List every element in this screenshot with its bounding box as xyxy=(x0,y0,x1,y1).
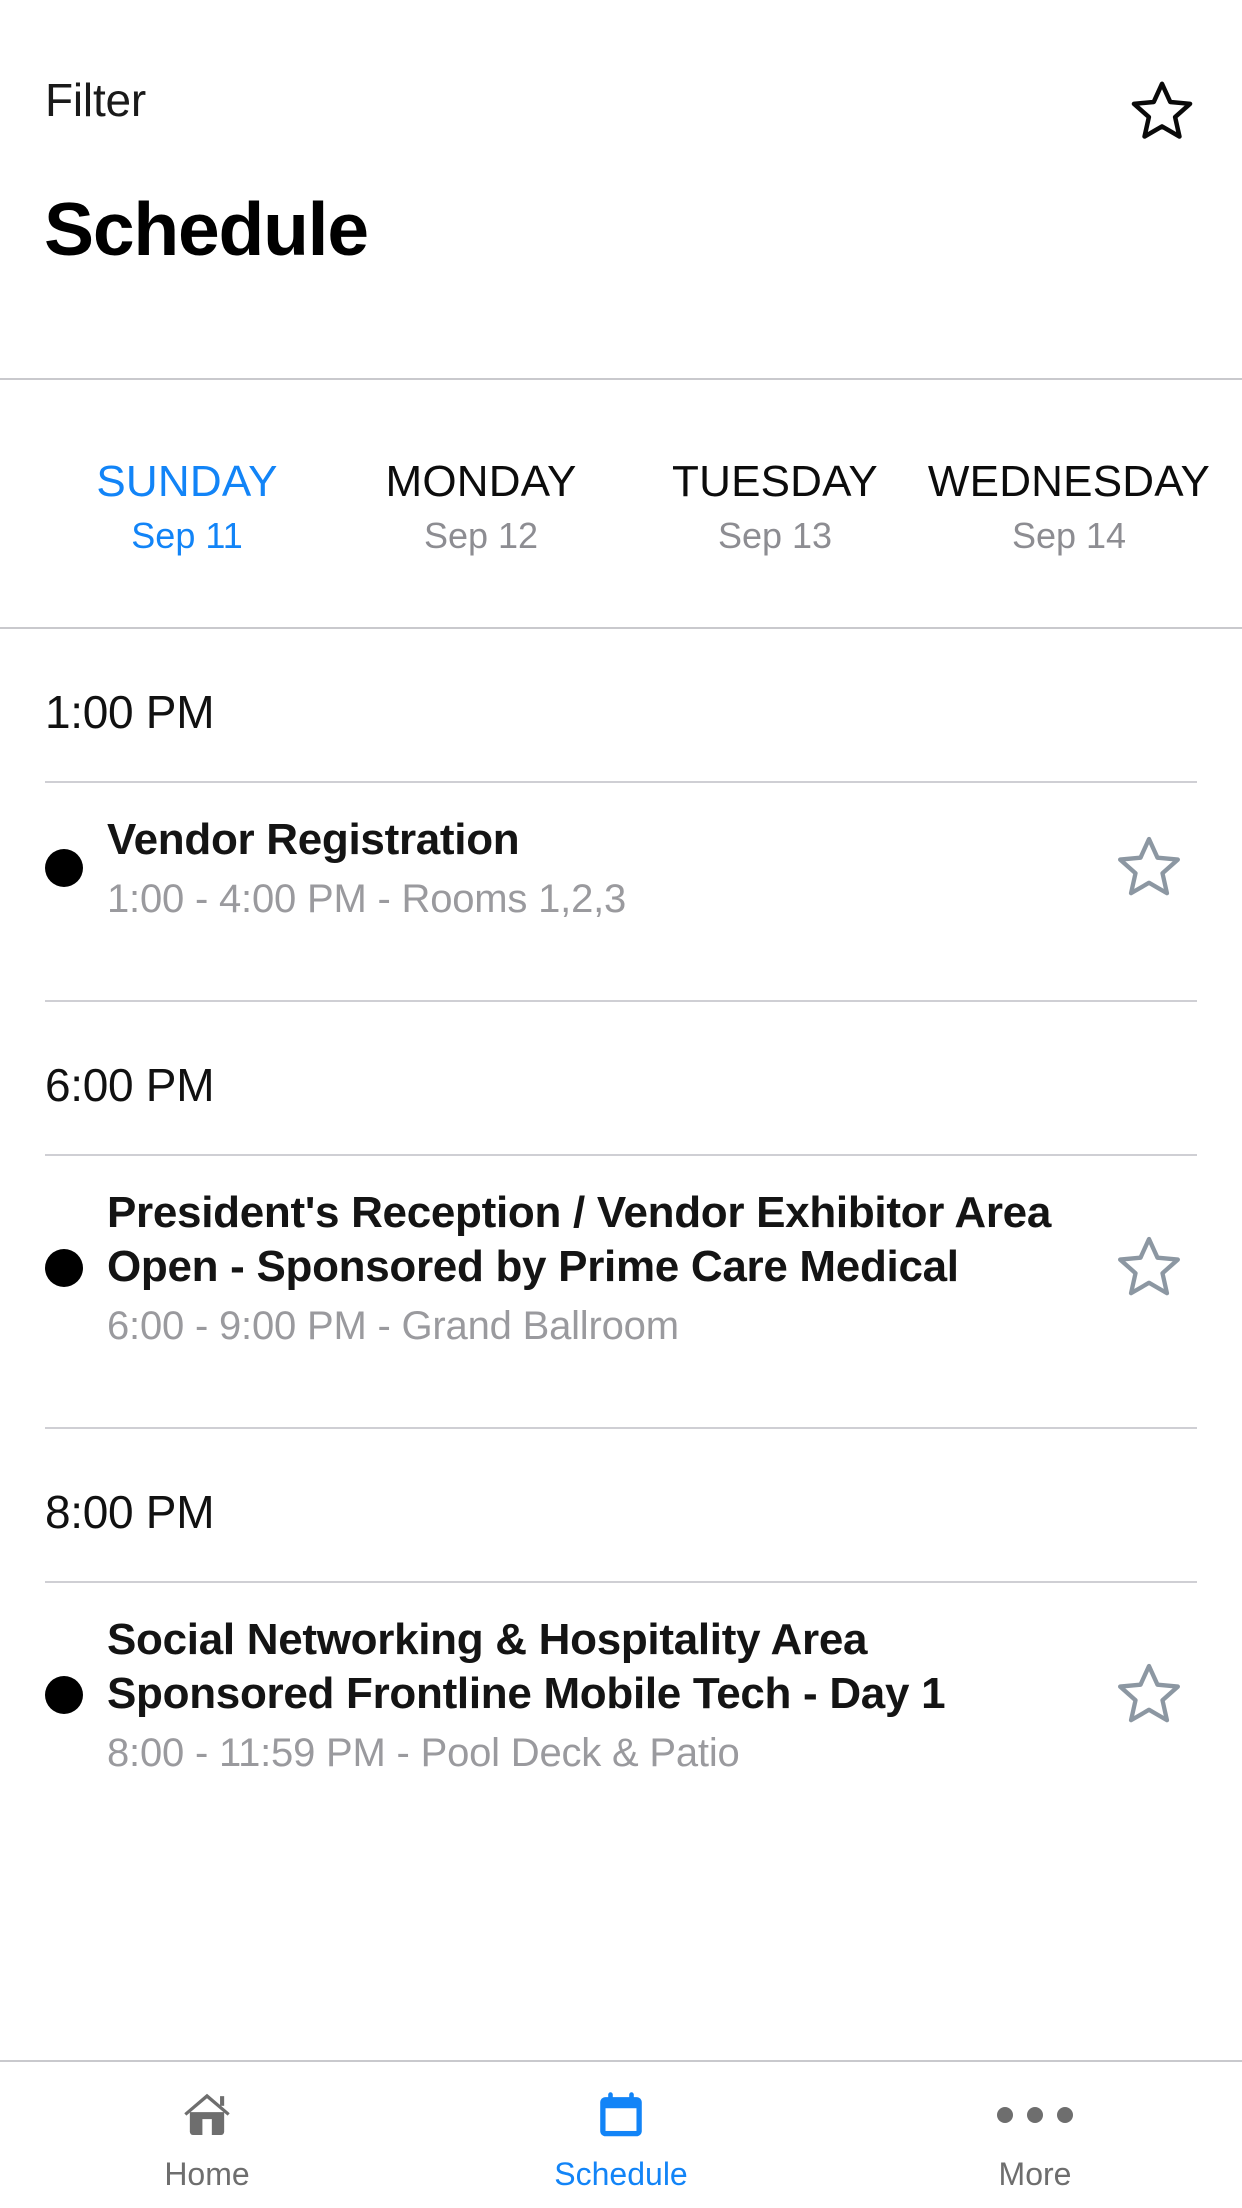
day-tab-name: SUNDAY xyxy=(96,456,278,506)
schedule-event-row[interactable]: Vendor Registration 1:00 - 4:00 PM - Roo… xyxy=(0,783,1242,954)
star-outline-icon xyxy=(1131,81,1193,139)
day-tab-date: Sep 12 xyxy=(423,514,539,556)
page-title-area: Schedule xyxy=(0,192,1242,378)
tab-schedule[interactable]: Schedule xyxy=(414,2062,828,2208)
schedule-list[interactable]: 1:00 PM Vendor Registration 1:00 - 4:00 … xyxy=(0,629,1242,2060)
filled-dot-icon xyxy=(45,1249,83,1288)
tab-label: Home xyxy=(164,2156,250,2192)
tab-more[interactable]: More xyxy=(828,2062,1242,2208)
event-subtitle: 6:00 - 9:00 PM - Grand Ballroom xyxy=(107,1303,679,1348)
time-label: 1:00 PM xyxy=(45,686,215,738)
home-icon xyxy=(178,2086,236,2144)
filter-button[interactable]: Filter xyxy=(45,77,146,123)
day-tab-date: Sep 11 xyxy=(131,514,243,556)
filled-dot-icon xyxy=(45,1676,83,1715)
day-tab-tuesday[interactable]: TUESDAY Sep 13 xyxy=(628,454,922,554)
top-bar: Filter xyxy=(0,0,1242,200)
page-title: Schedule xyxy=(44,187,369,271)
day-tab-name: MONDAY xyxy=(385,456,577,506)
time-section-header: 6:00 PM xyxy=(0,1002,1242,1108)
star-outline-icon xyxy=(1118,837,1180,896)
event-title: Vendor Registration xyxy=(107,815,520,864)
day-tab-sunday[interactable]: SUNDAY Sep 11 xyxy=(40,454,334,554)
schedule-screen: Filter Schedule SUNDAY Sep 11 MONDAY Sep… xyxy=(0,0,1242,2208)
event-text: President's Reception / Vendor Exhibitor… xyxy=(107,1186,1101,1351)
time-label: 6:00 PM xyxy=(45,1058,215,1111)
tab-home[interactable]: Home xyxy=(0,2062,414,2208)
event-text: Vendor Registration 1:00 - 4:00 PM - Roo… xyxy=(107,813,1101,924)
event-favorite-button[interactable] xyxy=(1101,1231,1197,1305)
event-title: President's Reception / Vendor Exhibitor… xyxy=(107,1187,1052,1292)
time-label: 8:00 PM xyxy=(45,1485,215,1538)
event-favorite-button[interactable] xyxy=(1101,831,1197,905)
tab-label: Schedule xyxy=(554,2156,688,2192)
day-tab-monday[interactable]: MONDAY Sep 12 xyxy=(334,454,628,554)
schedule-event-row[interactable]: Social Networking & Hospitality Area Spo… xyxy=(0,1583,1242,1808)
event-bullet xyxy=(45,1676,107,1715)
calendar-icon xyxy=(592,2086,650,2144)
time-section-header: 1:00 PM xyxy=(0,629,1242,735)
event-bullet xyxy=(45,1249,107,1288)
favorites-filter-button[interactable] xyxy=(1126,76,1198,148)
schedule-event-row[interactable]: President's Reception / Vendor Exhibitor… xyxy=(0,1156,1242,1381)
day-tab-date: Sep 13 xyxy=(717,514,833,556)
star-outline-icon xyxy=(1118,1236,1180,1296)
tab-label: More xyxy=(998,2156,1072,2192)
event-favorite-button[interactable] xyxy=(1101,1658,1197,1732)
event-title: Social Networking & Hospitality Area Spo… xyxy=(107,1614,946,1719)
time-section-header: 8:00 PM xyxy=(0,1429,1242,1535)
event-subtitle: 8:00 - 11:59 PM - Pool Deck & Patio xyxy=(107,1730,740,1775)
day-tab-strip[interactable]: SUNDAY Sep 11 MONDAY Sep 12 TUESDAY Sep … xyxy=(0,380,1242,629)
event-subtitle: 1:00 - 4:00 PM - Rooms 1,2,3 xyxy=(107,876,627,921)
star-outline-icon xyxy=(1118,1664,1180,1723)
bottom-tab-bar: Home Schedule More xyxy=(0,2060,1242,2208)
day-tab-date: Sep 14 xyxy=(1011,514,1127,556)
filled-dot-icon xyxy=(45,849,83,888)
event-text: Social Networking & Hospitality Area Spo… xyxy=(107,1613,1101,1778)
day-tab-wednesday[interactable]: WEDNESDAY Sep 14 xyxy=(922,454,1216,554)
day-tab-name: WEDNESDAY xyxy=(927,456,1211,506)
event-bullet xyxy=(45,849,107,888)
day-tab-name: TUESDAY xyxy=(672,456,878,506)
ellipsis-icon xyxy=(997,2086,1073,2144)
